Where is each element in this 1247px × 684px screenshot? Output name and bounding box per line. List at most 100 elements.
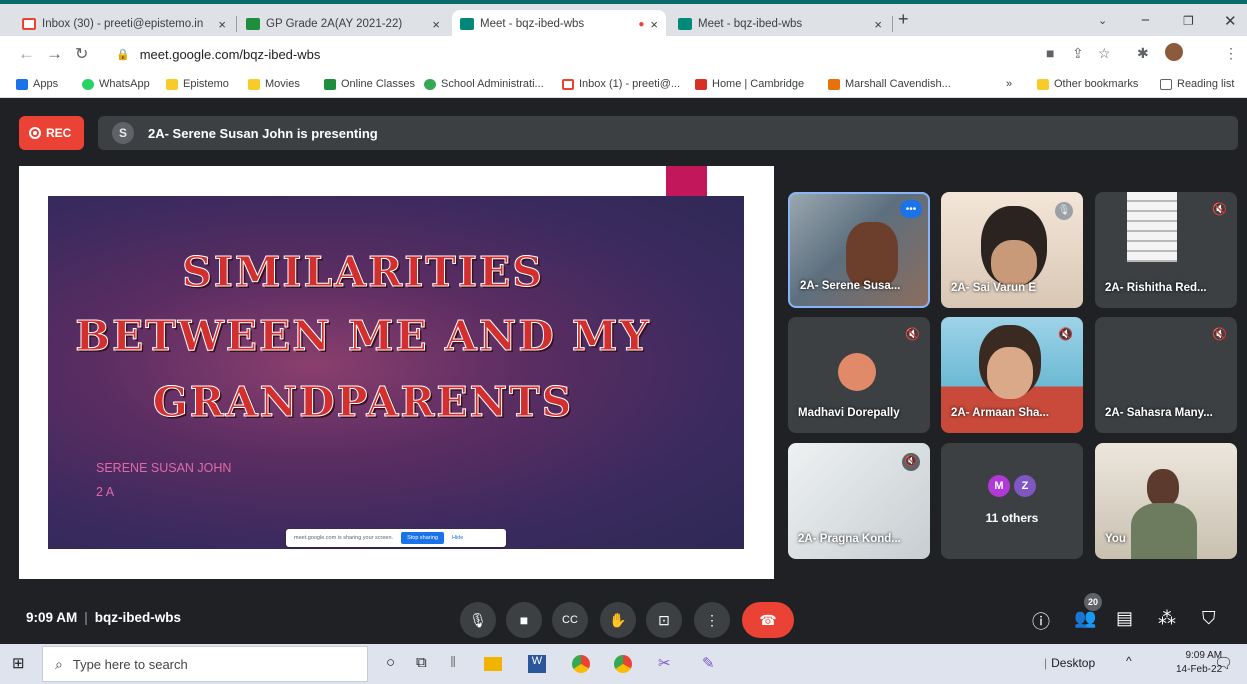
chrome-profile-icon[interactable] [614,655,632,673]
bookmark-star-icon[interactable]: ☆ [1098,45,1111,62]
tab-close-icon[interactable]: × [650,17,658,32]
muted-icon: 🔇 [1212,202,1227,216]
minimize-icon[interactable]: − [1141,12,1150,29]
bookmark-marshall[interactable]: Marshall Cavendish... [828,78,951,90]
participant-video [1127,192,1177,262]
reload-icon[interactable]: ↻ [75,44,88,64]
tab-close-icon[interactable]: × [874,17,882,32]
extensions-icon[interactable]: ✱ [1137,45,1149,62]
recording-badge[interactable]: REC [19,116,84,150]
captions-button[interactable]: CC [552,602,588,638]
participant-name: Madhavi Dorepally [798,407,900,419]
whatsapp-icon [82,78,94,90]
meet-window: REC S 2A- Serene Susan John is presentin… [0,98,1247,644]
task-view-icon[interactable]: ⧉ [416,654,427,671]
gmail-icon [562,78,574,90]
file-explorer-icon[interactable] [484,657,502,671]
more-options-icon[interactable]: ••• [900,200,922,218]
raise-hand-button[interactable]: ✋ [600,602,636,638]
presentation-stage: SIMILARITIES BETWEEN ME AND MY GRANDPARE… [19,166,774,579]
bookmark-online-classes[interactable]: Online Classes [324,78,415,90]
bookmarks-overflow-button[interactable]: » [1006,78,1012,90]
participant-tile[interactable]: ••• 2A- Serene Susa... [788,192,930,308]
self-tile[interactable]: You [1095,443,1237,559]
chrome-icon[interactable] [572,655,590,673]
tab-meet-active[interactable]: Meet - bqz-ibed-wbs ● × [452,10,666,38]
leave-call-button[interactable]: ☎ [742,602,794,638]
tab-meet[interactable]: Meet - bqz-ibed-wbs × [670,10,890,38]
forward-icon[interactable]: → [46,44,63,64]
reading-list-button[interactable]: Reading list [1160,78,1234,90]
participant-tile[interactable]: 🎙 2A- Sai Varun E [941,192,1083,308]
bookmark-label: Other bookmarks [1054,78,1139,90]
people-icon[interactable]: 👥 [1074,608,1096,629]
windows-start-icon[interactable]: ⊞ [12,654,25,672]
tab-gmail-inbox[interactable]: Inbox (30) - preeti@epistemo.in × [14,10,234,38]
bookmark-movies[interactable]: Movies [248,78,300,90]
present-button[interactable]: ⊡ [646,602,682,638]
tab-title: Meet - bqz-ibed-wbs [480,18,585,30]
bookmark-label: Reading list [1177,78,1235,90]
paint-icon[interactable]: ✎ [702,654,715,672]
bookmark-cambridge[interactable]: Home | Cambridge [695,78,804,90]
host-controls-icon[interactable]: ⛉ [1202,608,1216,629]
show-hidden-icons[interactable]: ^ [1126,654,1132,668]
word-icon[interactable]: W [528,655,546,673]
back-icon[interactable]: ← [18,44,35,64]
hand-icon: ✋ [609,611,627,628]
slide-title-line: BETWEEN ME AND MY [75,312,651,361]
microphone-button[interactable]: 🎙 [460,602,496,638]
hide-button[interactable]: Hide [452,535,463,541]
camera-button[interactable]: ■ [506,602,542,638]
more-options-button[interactable]: ⋮ [694,602,730,638]
new-tab-button[interactable]: + [898,9,909,30]
desktop-toolbar[interactable]: | Desktop [1044,656,1095,670]
tab-strip: Inbox (30) - preeti@epistemo.in × GP Gra… [0,0,1247,38]
profile-avatar[interactable] [1165,43,1183,61]
participant-tile[interactable]: 🔇 2A- Rishitha Red... [1095,192,1237,308]
tab-close-icon[interactable]: × [432,17,440,32]
tab-search-icon[interactable]: ⌄ [1098,14,1107,27]
meeting-details-icon[interactable]: ⓘ [1032,608,1050,634]
bookmark-apps[interactable]: Apps [16,78,58,90]
lock-icon: 🔒 [116,48,130,61]
self-video [1147,469,1179,507]
activities-icon[interactable]: ⁂ [1158,608,1176,629]
restore-icon[interactable]: ❐ [1183,14,1194,28]
bookmark-inbox[interactable]: Inbox (1) - preeti@... [562,78,680,90]
participant-tile[interactable]: 🔇 2A- Armaan Sha... [941,317,1083,433]
chat-icon[interactable]: ▤ [1116,608,1133,629]
snipping-tool-icon[interactable]: ✂ [658,654,671,672]
others-tile[interactable]: M Z 11 others [941,443,1083,559]
tab-classroom[interactable]: GP Grade 2A(AY 2021-22) × [238,10,448,38]
reading-list-icon [1160,78,1172,90]
bookmark-school-admin[interactable]: School Administrati... [424,78,544,90]
menu-kebab-icon[interactable]: ⋮ [1224,45,1238,62]
camera-in-use-icon[interactable]: ■ [1046,45,1054,61]
participant-tile[interactable]: 🔇 2A- Pragna Kond... [788,443,930,559]
tab-close-icon[interactable]: × [218,17,226,32]
taskbar-divider: ‖ [450,654,457,671]
bookmarks-bar: Apps WhatsApp Epistemo Movies Online Cla… [0,72,1247,98]
participant-tile[interactable]: 🔇 2A- Sahasra Many... [1095,317,1237,433]
cortana-icon[interactable]: ○ [386,654,395,671]
muted-icon: 🔇 [1058,327,1073,341]
others-count: 11 others [985,511,1039,525]
taskbar-search[interactable]: ⌕ Type here to search [42,646,368,682]
stop-sharing-button[interactable]: Stop sharing [401,532,444,544]
share-icon[interactable]: ⇪ [1072,45,1084,62]
notifications-icon[interactable]: 🗨 [1214,654,1233,672]
bookmark-epistemo[interactable]: Epistemo [166,78,229,90]
meeting-code: bqz-ibed-wbs [94,610,182,625]
participant-tile[interactable]: 🔇 Madhavi Dorepally [788,317,930,433]
window-close-icon[interactable]: ✕ [1224,12,1237,30]
bookmark-other[interactable]: Other bookmarks [1037,78,1138,90]
folder-icon [166,78,178,90]
meet-controls: 9:09 AM | bqz-ibed-wbs 🎙 ■ CC ✋ ⊡ ⋮ ☎ ⓘ 20… [0,593,1247,644]
muted-icon: 🔇 [1212,327,1227,341]
address-bar[interactable]: 🔒 meet.google.com/bqz-ibed-wbs [116,41,1048,67]
search-placeholder: Type here to search [72,656,188,672]
apps-grid-icon [16,78,28,90]
bookmark-whatsapp[interactable]: WhatsApp [82,78,150,90]
tab-separator [892,16,893,32]
